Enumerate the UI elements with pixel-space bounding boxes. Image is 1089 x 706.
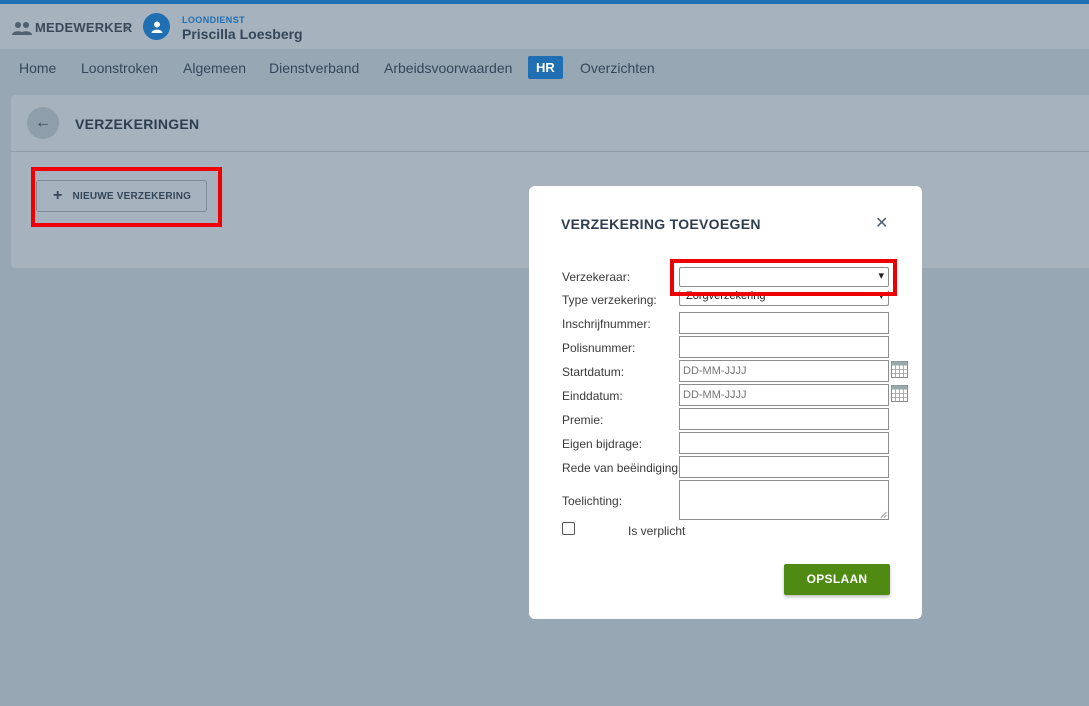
is-verplicht-checkbox[interactable] [562, 522, 575, 535]
label-eigen-bijdrage: Eigen bijdrage: [562, 437, 643, 451]
calendar-icon[interactable] [891, 385, 908, 402]
employee-subtitle: LOONDIENST [182, 15, 246, 25]
people-icon [12, 21, 32, 35]
highlight-verzekeraar [670, 259, 897, 296]
startdatum-input[interactable] [679, 360, 889, 382]
breadcrumb-label: MEDEWERKER [35, 20, 133, 35]
calendar-icon[interactable] [891, 361, 908, 378]
label-inschrijfnummer: Inschrijfnummer: [562, 317, 651, 331]
is-verplicht-label: Is verplicht [628, 524, 686, 538]
polisnummer-input[interactable] [679, 336, 889, 358]
label-startdatum: Startdatum: [562, 365, 625, 379]
label-rede-beeindiging: Rede van beëindiging: [562, 461, 682, 475]
label-einddatum: Einddatum: [562, 389, 623, 403]
label-toelichting: Toelichting: [562, 494, 623, 508]
add-insurance-modal: VERZEKERING TOEVOEGEN ✕ Verzekeraar: ▾ T… [529, 186, 922, 619]
label-premie: Premie: [562, 413, 604, 427]
header-bar: MEDEWERKER › LOONDIENST Priscilla Loesbe… [0, 4, 1089, 49]
nav-home[interactable]: Home [19, 60, 56, 76]
resize-handle-icon[interactable] [880, 511, 887, 518]
nav-hr[interactable]: HR [528, 56, 563, 79]
save-button[interactable]: OPSLAAN [784, 564, 890, 595]
modal-title: VERZEKERING TOEVOEGEN [561, 216, 761, 232]
label-type: Type verzekering: [562, 293, 657, 307]
nav-arbeidsvoorwaarden[interactable]: Arbeidsvoorwaarden [384, 60, 512, 76]
breadcrumb-medewerker[interactable]: MEDEWERKER [12, 20, 132, 35]
panel-header: ← VERZEKERINGEN [11, 95, 1089, 152]
page-title: VERZEKERINGEN [75, 116, 200, 132]
employee-name: Priscilla Loesberg [182, 26, 303, 42]
eigen-bijdrage-input[interactable] [679, 432, 889, 454]
nav-algemeen[interactable]: Algemeen [183, 60, 246, 76]
back-button[interactable]: ← [27, 107, 59, 139]
inschrijfnummer-input[interactable] [679, 312, 889, 334]
einddatum-input[interactable] [679, 384, 889, 406]
label-verzekeraar: Verzekeraar: [562, 270, 631, 284]
toelichting-textarea[interactable] [679, 480, 889, 520]
person-icon [151, 21, 162, 33]
arrow-left-icon: ← [35, 114, 51, 131]
label-polisnummer: Polisnummer: [562, 341, 636, 355]
chevron-right-icon: › [125, 19, 130, 35]
nav-overzichten[interactable]: Overzichten [580, 60, 655, 76]
nav-loonstroken[interactable]: Loonstroken [81, 60, 158, 76]
avatar [143, 13, 170, 40]
highlight-new-button [31, 167, 222, 227]
close-icon[interactable]: ✕ [875, 213, 888, 233]
main-nav: Home Loonstroken Algemeen Dienstverband … [0, 49, 1089, 87]
premie-input[interactable] [679, 408, 889, 430]
nav-dienstverband[interactable]: Dienstverband [269, 60, 359, 76]
rede-beeindiging-input[interactable] [679, 456, 889, 478]
